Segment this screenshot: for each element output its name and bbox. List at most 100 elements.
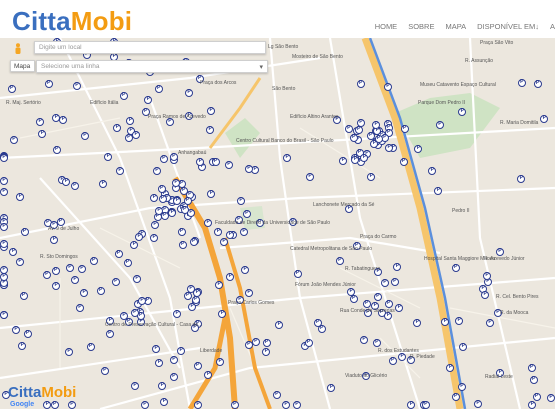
parking-pin-icon[interactable]: P <box>313 318 322 327</box>
parking-pin-icon[interactable]: P <box>517 78 526 87</box>
parking-pin-icon[interactable]: P <box>380 279 389 288</box>
parking-pin-icon[interactable]: P <box>185 89 194 98</box>
parking-pin-icon[interactable]: P <box>349 134 358 143</box>
parking-pin-icon[interactable]: P <box>51 266 60 275</box>
parking-pin-icon[interactable]: P <box>373 293 382 302</box>
parking-pin-icon[interactable]: P <box>533 79 542 88</box>
parking-pin-icon[interactable]: P <box>86 342 95 351</box>
parking-pin-icon[interactable]: P <box>251 338 260 347</box>
parking-pin-icon[interactable]: P <box>169 373 178 382</box>
parking-pin-icon[interactable]: P <box>305 172 314 181</box>
parking-pin-icon[interactable]: P <box>360 154 369 163</box>
parking-pin-icon[interactable]: P <box>43 401 52 409</box>
parking-pin-icon[interactable]: P <box>130 240 139 249</box>
parking-pin-icon[interactable]: P <box>219 238 228 247</box>
parking-pin-icon[interactable]: P <box>237 196 246 205</box>
parking-pin-icon[interactable]: P <box>214 227 223 236</box>
nav-mapa[interactable]: MAPA <box>445 22 466 31</box>
parking-pin-icon[interactable]: P <box>528 401 537 409</box>
parking-pin-icon[interactable]: P <box>446 363 455 372</box>
parking-pin-icon[interactable]: P <box>12 326 21 335</box>
parking-pin-icon[interactable]: P <box>72 82 81 91</box>
parking-pin-icon[interactable]: P <box>242 209 251 218</box>
parking-pin-icon[interactable]: P <box>152 166 161 175</box>
parking-pin-icon[interactable]: P <box>193 288 202 297</box>
parking-pin-icon[interactable]: P <box>158 381 167 390</box>
parking-pin-icon[interactable]: P <box>384 299 393 308</box>
parking-pin-icon[interactable]: P <box>0 188 8 197</box>
parking-pin-icon[interactable]: P <box>168 209 177 218</box>
parking-pin-icon[interactable]: P <box>99 180 108 189</box>
parking-pin-icon[interactable]: P <box>414 144 423 153</box>
parking-pin-icon[interactable]: P <box>111 277 120 286</box>
parking-pin-icon[interactable]: P <box>540 114 549 123</box>
parking-pin-icon[interactable]: P <box>413 319 422 328</box>
parking-pin-icon[interactable]: P <box>347 287 356 296</box>
parking-pin-icon[interactable]: P <box>395 303 404 312</box>
parking-pin-icon[interactable]: P <box>399 157 408 166</box>
parking-pin-icon[interactable]: P <box>20 227 29 236</box>
nav-home[interactable]: HOME <box>375 22 398 31</box>
parking-pin-icon[interactable]: P <box>356 80 365 89</box>
parking-pin-icon[interactable]: P <box>38 129 47 138</box>
parking-pin-icon[interactable]: P <box>177 346 186 355</box>
parking-pin-icon[interactable]: P <box>407 401 416 409</box>
parking-pin-icon[interactable]: P <box>52 281 61 290</box>
parking-pin-icon[interactable]: P <box>140 401 149 409</box>
search-input[interactable]: Digite um local <box>34 41 266 54</box>
parking-pin-icon[interactable]: P <box>155 358 164 367</box>
parking-pin-icon[interactable]: P <box>154 84 163 93</box>
parking-pin-icon[interactable]: P <box>160 397 169 406</box>
parking-pin-icon[interactable]: P <box>327 384 336 393</box>
parking-pin-icon[interactable]: P <box>0 223 8 232</box>
parking-pin-icon[interactable]: P <box>400 124 409 133</box>
parking-pin-icon[interactable]: P <box>113 124 122 133</box>
parking-pin-icon[interactable]: P <box>335 256 344 265</box>
parking-pin-icon[interactable]: P <box>188 303 197 312</box>
parking-pin-icon[interactable]: P <box>474 400 483 409</box>
parking-pin-icon[interactable]: P <box>272 391 281 400</box>
parking-pin-icon[interactable]: P <box>215 281 224 290</box>
parking-pin-icon[interactable]: P <box>180 205 189 214</box>
parking-pin-icon[interactable]: P <box>282 401 291 409</box>
parking-pin-icon[interactable]: P <box>151 221 159 230</box>
parking-pin-icon[interactable]: P <box>349 295 358 304</box>
parking-pin-icon[interactable]: P <box>116 166 125 175</box>
parking-pin-icon[interactable]: P <box>18 341 27 350</box>
parking-pin-icon[interactable]: P <box>293 270 302 279</box>
parking-pin-icon[interactable]: P <box>52 145 61 154</box>
line-select[interactable]: Selecione uma linha ▾ <box>36 60 268 73</box>
parking-pin-icon[interactable]: P <box>495 247 504 256</box>
parking-pin-icon[interactable]: P <box>123 258 132 267</box>
parking-pin-icon[interactable]: P <box>194 401 202 409</box>
parking-pin-icon[interactable]: P <box>150 193 159 202</box>
parking-pin-icon[interactable]: P <box>177 227 186 236</box>
parking-pin-icon[interactable]: P <box>159 154 168 163</box>
parking-pin-icon[interactable]: P <box>388 357 397 366</box>
parking-pin-icon[interactable]: P <box>0 239 8 248</box>
parking-pin-icon[interactable]: P <box>133 275 142 284</box>
parking-pin-icon[interactable]: P <box>193 361 202 370</box>
parking-pin-icon[interactable]: P <box>360 336 369 345</box>
parking-pin-icon[interactable]: P <box>16 258 25 267</box>
parking-pin-icon[interactable]: P <box>547 394 555 403</box>
parking-pin-icon[interactable]: P <box>19 291 28 300</box>
parking-pin-icon[interactable]: P <box>50 401 59 409</box>
parking-pin-icon[interactable]: P <box>421 401 430 409</box>
parking-pin-icon[interactable]: P <box>244 341 253 350</box>
parking-pin-icon[interactable]: P <box>80 131 89 140</box>
parking-pin-icon[interactable]: P <box>42 270 51 279</box>
parking-pin-icon[interactable]: P <box>23 329 32 338</box>
parking-pin-icon[interactable]: P <box>216 357 225 366</box>
parking-pin-icon[interactable]: P <box>245 288 253 297</box>
nav-extra[interactable]: A <box>550 22 555 31</box>
parking-pin-icon[interactable]: P <box>224 160 233 169</box>
parking-pin-icon[interactable]: P <box>172 178 181 187</box>
parking-pin-icon[interactable]: P <box>344 124 353 133</box>
parking-pin-icon[interactable]: P <box>207 190 216 199</box>
parking-pin-icon[interactable]: P <box>275 320 284 329</box>
parking-pin-icon[interactable]: P <box>367 172 376 181</box>
parking-pin-icon[interactable]: P <box>292 401 301 409</box>
parking-pin-icon[interactable]: P <box>207 106 216 115</box>
parking-pin-icon[interactable]: P <box>104 153 113 162</box>
